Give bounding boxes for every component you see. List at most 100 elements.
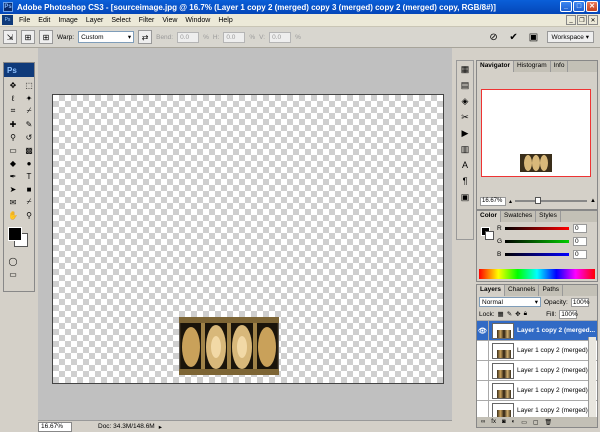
menu-select[interactable]: Select (107, 17, 134, 24)
quick-mask-icon[interactable]: ◯ (6, 255, 20, 267)
paragraph-icon[interactable]: ¶ (457, 173, 473, 189)
green-slider[interactable] (505, 240, 569, 243)
h-input[interactable]: 0.0 (223, 31, 246, 43)
bend-input[interactable]: 0.0 (177, 31, 200, 43)
blue-slider[interactable] (505, 253, 569, 256)
foreground-color-swatch[interactable] (8, 227, 22, 241)
character-icon[interactable]: A (457, 157, 473, 173)
zoom-tool-icon[interactable]: ⚲ (22, 209, 36, 221)
gradient-tool-icon[interactable]: ▩ (22, 144, 36, 156)
visibility-toggle[interactable] (477, 340, 489, 361)
trash-icon[interactable]: 🗑︎ (545, 419, 553, 426)
cancel-transform-icon[interactable]: ⊘ (487, 30, 501, 44)
warp-mode-icon[interactable]: ⊞ (39, 30, 53, 44)
magic-wand-tool-icon[interactable]: ✦ (22, 92, 36, 104)
pen-tool-icon[interactable]: ✒ (6, 170, 20, 182)
zoom-out-icon[interactable]: ▴ (509, 198, 512, 205)
layer-row[interactable]: Layer 1 copy 2 (merged)... (477, 360, 597, 381)
move-tool-icon[interactable]: ✥ (6, 79, 20, 91)
doc-close-button[interactable]: ✕ (588, 15, 598, 25)
tab-channels[interactable]: Channels (505, 285, 540, 296)
menu-edit[interactable]: Edit (34, 17, 54, 24)
layer-row[interactable]: Layer 1 copy 2 (merged)... (477, 380, 597, 401)
lock-transparency-icon[interactable]: ▦ (498, 310, 504, 318)
lasso-tool-icon[interactable]: ℓ (6, 92, 20, 104)
new-group-icon[interactable]: ▭ (521, 419, 527, 426)
zoom-slider-thumb[interactable] (535, 197, 542, 204)
reference-point-icon[interactable]: ⊞ (21, 30, 35, 44)
link-layers-icon[interactable]: ∞ (481, 419, 485, 425)
tab-info[interactable]: Info (551, 61, 569, 72)
eraser-tool-icon[interactable]: ▭ (6, 144, 20, 156)
screen-mode-icon[interactable]: ▭ (6, 268, 20, 280)
minimize-button[interactable]: _ (560, 1, 572, 12)
blur-tool-icon[interactable]: ◆ (6, 157, 20, 169)
blue-value[interactable]: 0 (573, 250, 587, 259)
document-canvas[interactable] (52, 94, 444, 384)
tab-paths[interactable]: Paths (539, 285, 564, 296)
visibility-toggle[interactable] (477, 360, 489, 381)
red-value[interactable]: 0 (573, 224, 587, 233)
hand-tool-icon[interactable]: ✋ (6, 209, 20, 221)
healing-brush-tool-icon[interactable]: ✚ (6, 118, 20, 130)
red-slider[interactable] (505, 227, 569, 230)
camera-icon[interactable]: ▣ (527, 30, 541, 44)
zoom-level-field[interactable]: 16.67% (38, 421, 72, 432)
brushes-panel-icon[interactable]: ▦ (457, 61, 473, 77)
menu-window[interactable]: Window (181, 17, 214, 24)
notes-tool-icon[interactable]: ✉ (6, 196, 20, 208)
zoom-in-icon[interactable]: ▲ (590, 198, 596, 204)
layer-comps-icon[interactable]: ◈ (457, 93, 473, 109)
tab-styles[interactable]: Styles (536, 211, 561, 222)
adjustment-layer-icon[interactable]: ◐ (512, 419, 516, 425)
lock-all-icon[interactable]: 🔒︎ (524, 310, 527, 318)
menu-filter[interactable]: Filter (135, 17, 159, 24)
lock-position-icon[interactable]: ✥ (515, 310, 520, 318)
marquee-tool-icon[interactable]: ⬚ (22, 79, 36, 91)
tab-layers[interactable]: Layers (477, 285, 505, 296)
blend-mode-select[interactable]: Normal ▾ (479, 297, 541, 307)
dodge-tool-icon[interactable]: ● (22, 157, 36, 169)
channels-mini-icon[interactable]: ▥ (457, 141, 473, 157)
status-menu-arrow-icon[interactable]: ▸ (159, 423, 162, 431)
tab-color[interactable]: Color (477, 211, 501, 222)
layer-style-icon[interactable]: fx (491, 419, 496, 425)
tool-presets-icon[interactable]: ▤ (457, 77, 473, 93)
navigator-zoom-slider[interactable] (515, 197, 588, 204)
close-button[interactable]: ✕ (586, 1, 598, 12)
color-bg-swatch[interactable] (485, 231, 494, 240)
actions-icon[interactable]: ▶ (457, 125, 473, 141)
eyedropper-tool-icon[interactable]: ⌿ (22, 105, 36, 117)
history-brush-tool-icon[interactable]: ↺ (22, 131, 36, 143)
navigator-zoom-field[interactable]: 16.67% (480, 196, 506, 206)
layers-scrollbar[interactable] (588, 337, 596, 417)
green-value[interactable]: 0 (573, 237, 587, 246)
history-icon[interactable]: ✂ (457, 109, 473, 125)
tab-navigator[interactable]: Navigator (477, 61, 514, 72)
doc-restore-button[interactable]: ❐ (577, 15, 587, 25)
clone-stamp-tool-icon[interactable]: ⚲ (6, 131, 20, 143)
document-workarea[interactable] (38, 48, 452, 420)
menu-layer[interactable]: Layer (82, 17, 108, 24)
lock-image-icon[interactable]: ✎ (507, 310, 512, 318)
menu-file[interactable]: File (15, 17, 34, 24)
clone-source-icon[interactable]: ▣ (457, 189, 473, 205)
path-selection-tool-icon[interactable]: ➤ (6, 183, 20, 195)
commit-transform-icon[interactable]: ✔ (507, 30, 521, 44)
visibility-toggle[interactable] (477, 380, 489, 401)
tab-swatches[interactable]: Swatches (501, 211, 537, 222)
shape-tool-icon[interactable]: ■ (22, 183, 36, 195)
layer-row[interactable]: Layer 1 copy 2 (merged)... (477, 340, 597, 361)
crop-tool-icon[interactable]: ⌗ (6, 105, 20, 117)
workspace-button[interactable]: Workspace ▾ (546, 31, 594, 43)
type-tool-icon[interactable]: T (22, 170, 36, 182)
navigator-preview[interactable] (481, 89, 591, 177)
transform-tool-icon[interactable]: ⇲ (3, 30, 17, 44)
eye-icon[interactable]: 👁︎ (477, 320, 489, 341)
tab-histogram[interactable]: Histogram (514, 61, 551, 72)
menu-image[interactable]: Image (54, 17, 81, 24)
v-input[interactable]: 0.0 (269, 31, 292, 43)
fill-field[interactable]: 100% (559, 309, 578, 319)
new-layer-icon[interactable]: ▢ (533, 419, 539, 426)
document-icon[interactable]: Ps (2, 15, 13, 25)
